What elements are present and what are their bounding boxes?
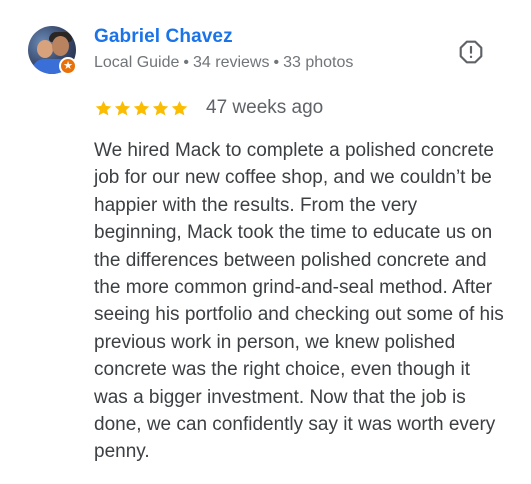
local-guide-label: Local Guide <box>94 54 180 71</box>
review-body: We hired Mack to complete a polished con… <box>94 140 504 463</box>
reviewer-meta: Local Guide • 34 reviews • 33 photos <box>94 54 353 72</box>
star-icon <box>133 100 150 115</box>
star-icon <box>171 100 188 115</box>
meta-separator: • <box>183 54 189 71</box>
meta-separator: • <box>273 54 280 71</box>
photo-count: 33 photos <box>283 54 354 71</box>
report-review-button[interactable] <box>458 39 484 65</box>
local-guide-star-icon: ★ <box>59 57 77 75</box>
reviewer-avatar[interactable]: ★ <box>28 26 77 75</box>
star-icon <box>152 100 169 115</box>
star-rating <box>94 99 189 118</box>
report-flag-icon <box>459 40 483 64</box>
review-time: 47 weeks ago <box>206 97 324 118</box>
star-icon <box>95 100 112 115</box>
rating-row: 47 weeks ago <box>94 96 323 120</box>
review-count: 34 reviews <box>193 54 270 71</box>
reviewer-name[interactable]: Gabriel Chavez <box>94 26 233 48</box>
review-card: ★ Gabriel Chavez Local Guide • 34 reviews •… <box>0 0 531 484</box>
star-icon <box>114 100 131 115</box>
